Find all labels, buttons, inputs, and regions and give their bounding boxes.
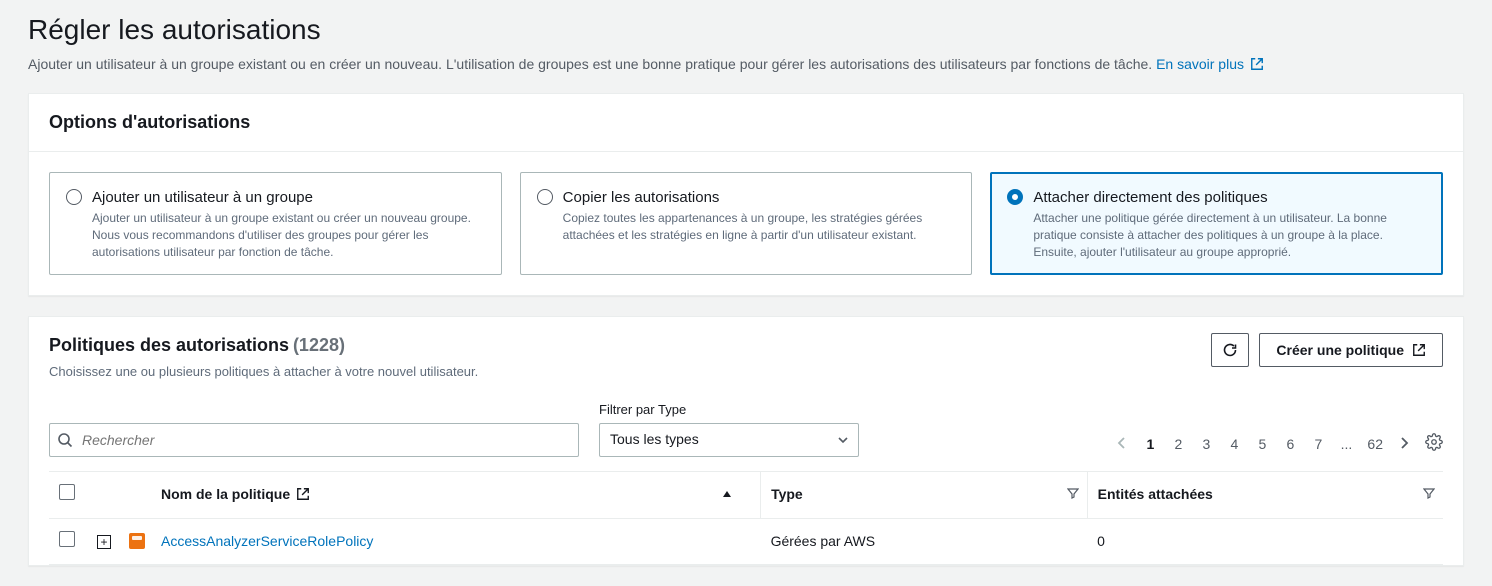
refresh-icon	[1222, 342, 1238, 358]
create-policy-label: Créer une politique	[1276, 342, 1404, 358]
option-add-to-group[interactable]: Ajouter un utilisateur à un groupe Ajout…	[49, 172, 502, 275]
page-number[interactable]: 6	[1283, 435, 1297, 455]
radio-icon	[537, 189, 553, 205]
page-prev[interactable]	[1115, 435, 1129, 455]
page-number[interactable]: 2	[1171, 435, 1185, 455]
filter-type-value: Tous les types	[610, 430, 699, 450]
option-title: Attacher directement des politiques	[1033, 187, 1426, 208]
caret-down-icon	[838, 435, 848, 445]
option-desc: Attacher une politique gérée directement…	[1033, 210, 1426, 260]
policy-type-cell: Gérées par AWS	[761, 518, 1088, 565]
policies-section-subtitle: Choisissez une ou plusieurs politiques à…	[49, 363, 478, 381]
chevron-right-icon	[1399, 437, 1409, 449]
option-desc: Ajouter un utilisateur à un groupe exist…	[92, 210, 485, 260]
option-title: Copier les autorisations	[563, 187, 956, 208]
radio-icon	[66, 189, 82, 205]
expand-row-button[interactable]: +	[97, 535, 111, 549]
radio-icon	[1007, 189, 1023, 205]
policies-count: (1228)	[293, 335, 345, 355]
col-header-name[interactable]: Nom de la politique	[151, 471, 761, 518]
page-number[interactable]: 4	[1227, 435, 1241, 455]
create-policy-button[interactable]: Créer une politique	[1259, 333, 1443, 367]
gear-icon	[1425, 433, 1443, 451]
options-panel-title: Options d'autorisations	[49, 110, 1443, 135]
page-ellipsis: ...	[1339, 435, 1353, 455]
col-header-type-label: Type	[771, 486, 803, 502]
policies-panel: Politiques des autorisations (1228) Choi…	[28, 316, 1464, 566]
filter-type-select[interactable]: Tous les types	[599, 423, 859, 457]
sort-asc-icon	[722, 485, 732, 505]
external-link-icon	[1250, 57, 1264, 71]
col-header-type[interactable]: Type	[761, 471, 1088, 518]
filter-icon	[1423, 485, 1435, 505]
select-all-checkbox[interactable]	[59, 484, 75, 500]
page-number[interactable]: 1	[1143, 435, 1157, 455]
col-header-attached[interactable]: Entités attachées	[1087, 471, 1443, 518]
page-number[interactable]: 3	[1199, 435, 1213, 455]
page-number[interactable]: 5	[1255, 435, 1269, 455]
external-link-icon	[1412, 343, 1426, 357]
filter-type-label: Filtrer par Type	[599, 401, 859, 419]
chevron-left-icon	[1117, 437, 1127, 449]
page-title: Régler les autorisations	[28, 10, 1464, 49]
page-next[interactable]	[1397, 435, 1411, 455]
page-subtitle-text: Ajouter un utilisateur à un groupe exist…	[28, 56, 1156, 72]
filter-icon	[1067, 485, 1079, 505]
page-number[interactable]: 7	[1311, 435, 1325, 455]
table-settings-button[interactable]	[1425, 433, 1443, 457]
refresh-button[interactable]	[1211, 333, 1249, 367]
policies-section-title: Politiques des autorisations	[49, 335, 289, 355]
external-link-icon	[296, 487, 310, 501]
col-header-attached-label: Entités attachées	[1098, 486, 1213, 502]
option-title: Ajouter un utilisateur à un groupe	[92, 187, 485, 208]
option-attach-policies[interactable]: Attacher directement des politiques Atta…	[990, 172, 1443, 275]
search-icon	[57, 432, 73, 448]
page-number[interactable]: 62	[1367, 435, 1383, 455]
permissions-options-panel: Options d'autorisations Ajouter un utili…	[28, 93, 1464, 297]
pagination: 1 2 3 4 5 6 7 ... 62	[1115, 433, 1443, 457]
policies-table: Nom de la politique Type Entités atta	[49, 471, 1443, 565]
policy-aws-managed-icon	[129, 533, 145, 549]
row-checkbox[interactable]	[59, 531, 75, 547]
table-row: + AccessAnalyzerServiceRolePolicy Gérées…	[49, 518, 1443, 565]
col-header-name-label: Nom de la politique	[161, 486, 290, 502]
policy-attached-cell: 0	[1087, 518, 1443, 565]
page-subtitle: Ajouter un utilisateur à un groupe exist…	[28, 55, 1464, 75]
search-input[interactable]	[49, 423, 579, 457]
policy-name-link[interactable]: AccessAnalyzerServiceRolePolicy	[161, 533, 373, 549]
option-copy-permissions[interactable]: Copier les autorisations Copiez toutes l…	[520, 172, 973, 275]
learn-more-label: En savoir plus	[1156, 56, 1244, 72]
learn-more-link[interactable]: En savoir plus	[1156, 56, 1264, 72]
option-desc: Copiez toutes les appartenances à un gro…	[563, 210, 956, 244]
